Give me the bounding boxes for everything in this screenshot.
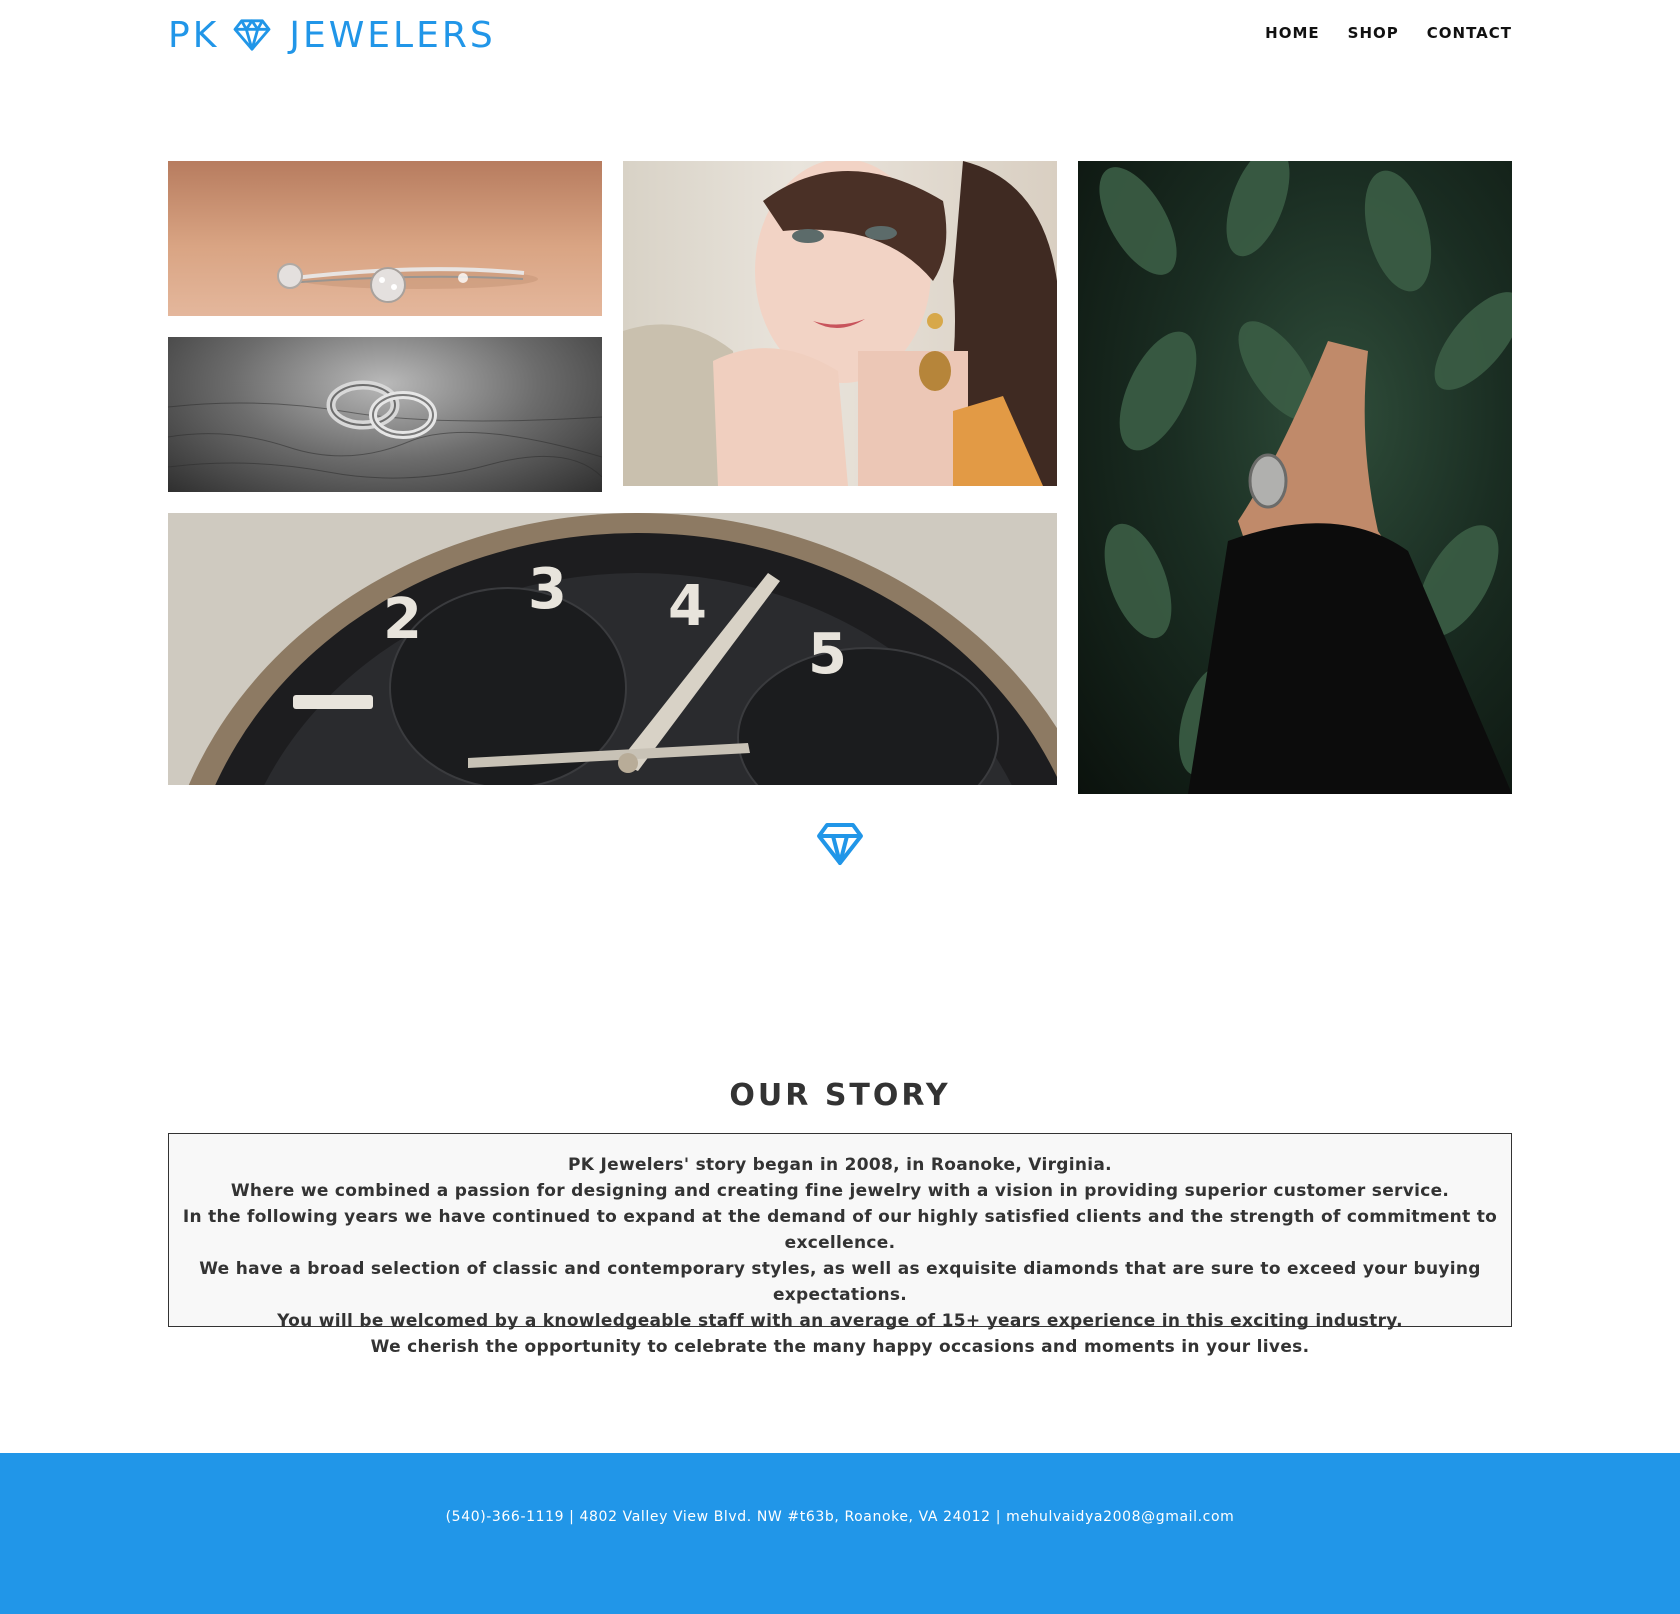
nav-contact[interactable]: CONTACT bbox=[1427, 24, 1512, 42]
wedding-rings-photo bbox=[168, 337, 602, 492]
footer-contact: (540)-366-1119 | 4802 Valley View Blvd. … bbox=[445, 1509, 1235, 1525]
main-nav: HOME SHOP CONTACT bbox=[1265, 24, 1512, 42]
diamond-icon bbox=[233, 19, 271, 51]
story-box: PK Jewelers' story began in 2008, in Roa… bbox=[168, 1133, 1512, 1357]
story-line: We have a broad selection of classic and… bbox=[199, 1259, 1481, 1305]
model-earrings-photo bbox=[623, 161, 1057, 486]
brand-name-right: JEWELERS bbox=[289, 14, 496, 56]
svg-text:5: 5 bbox=[808, 622, 847, 687]
watch-dial-photo: 2 3 4 5 bbox=[168, 513, 1057, 785]
story-line: Where we combined a passion for designin… bbox=[230, 1181, 1450, 1201]
diamond-divider-icon bbox=[817, 823, 863, 865]
story-line: PK Jewelers' story began in 2008, in Roa… bbox=[568, 1155, 1112, 1175]
story-title: OUR STORY bbox=[729, 1078, 951, 1113]
story-line: You will be welcomed by a knowledgeable … bbox=[277, 1311, 1403, 1331]
brand-name-left: PK bbox=[168, 14, 220, 56]
svg-text:2: 2 bbox=[383, 587, 422, 652]
bracelet-photo bbox=[168, 161, 602, 316]
svg-text:3: 3 bbox=[528, 557, 567, 622]
hand-ring-plants-photo bbox=[1078, 161, 1512, 794]
site-footer: (540)-366-1119 | 4802 Valley View Blvd. … bbox=[0, 1453, 1680, 1614]
story-line: We cherish the opportunity to celebrate … bbox=[370, 1337, 1310, 1357]
brand-logo[interactable]: PK JEWELERS bbox=[168, 14, 496, 56]
nav-home[interactable]: HOME bbox=[1265, 24, 1319, 42]
story-line: In the following years we have continued… bbox=[182, 1207, 1498, 1253]
site-header: PK JEWELERS HOME SHOP CONTACT bbox=[168, 0, 1512, 72]
svg-text:4: 4 bbox=[668, 574, 707, 639]
nav-shop[interactable]: SHOP bbox=[1348, 24, 1399, 42]
